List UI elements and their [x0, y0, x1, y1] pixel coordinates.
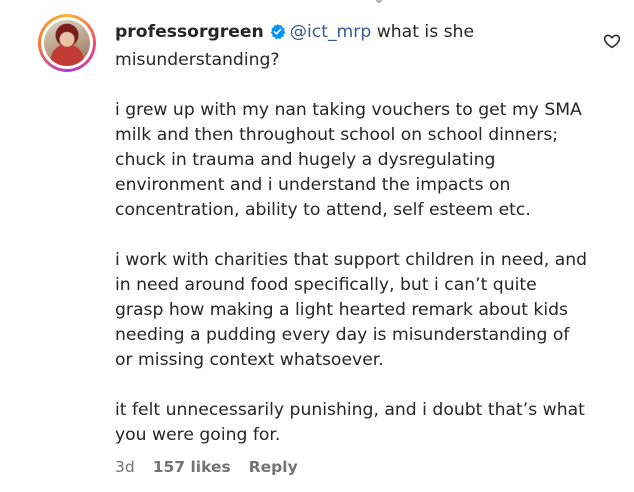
- comment-body: professorgreen @ict_mrp what is she misun…: [115, 20, 595, 473]
- comment-likes-count[interactable]: 157 likes: [153, 458, 231, 476]
- comment-meta: 3d 157 likes Reply: [115, 458, 298, 476]
- heart-outline-icon[interactable]: [603, 32, 621, 50]
- reply-button[interactable]: Reply: [249, 458, 298, 476]
- avatar-photo: [44, 20, 90, 66]
- comment-username[interactable]: professorgreen: [115, 22, 264, 42]
- comment-first-paragraph: professorgreen @ict_mrp what is she misun…: [115, 20, 595, 73]
- comment-time: 3d: [115, 458, 135, 476]
- comment-paragraph-3: it felt unnecessarily punishing, and i d…: [115, 400, 585, 445]
- verified-badge-icon: [269, 23, 286, 48]
- comment: professorgreen @ict_mrp what is she misun…: [0, 0, 634, 492]
- comment-paragraph-2: i work with charities that support child…: [115, 250, 588, 370]
- avatar-story-ring: [41, 17, 93, 69]
- mention-link[interactable]: @ict_mrp: [290, 22, 371, 42]
- avatar[interactable]: [38, 14, 96, 72]
- comment-paragraph-1: i grew up with my nan taking vouchers to…: [115, 100, 582, 220]
